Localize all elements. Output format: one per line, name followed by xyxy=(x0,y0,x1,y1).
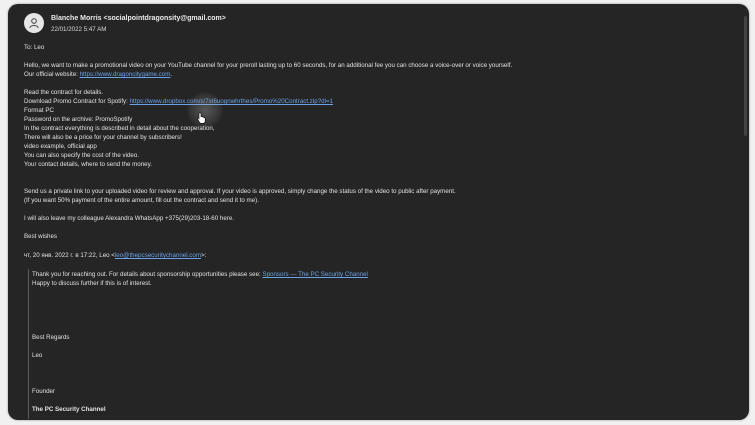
website-line: Our official website: https://www.dragon… xyxy=(24,71,172,78)
reply-email-link[interactable]: leo@thepcsecuritychannel.com xyxy=(115,252,201,259)
sponsors-link[interactable]: Sponsors — The PC Security Channel xyxy=(262,271,367,278)
body-text: Read the contract for details. xyxy=(24,89,104,96)
scrollbar-thumb[interactable] xyxy=(744,16,747,136)
body-text: In the contract everything is described … xyxy=(24,125,215,132)
sender-name[interactable]: Blanche Morris <socialpointdragonsity@gm… xyxy=(51,15,226,22)
reply-header: чт, 20 янв. 2022 г. в 17:22, Leo <leo@th… xyxy=(24,252,206,259)
body-text: I will also leave my colleague Alexandra… xyxy=(24,215,234,222)
quote-text: Thank you for reaching out. For details … xyxy=(32,271,263,278)
quote-company: The PC Security Channel xyxy=(32,406,106,413)
email-window: Blanche Morris <socialpointdragonsity@gm… xyxy=(8,4,749,420)
person-icon xyxy=(29,18,39,29)
quote-text: Founder xyxy=(32,388,56,395)
reply-header-text: чт, 20 янв. 2022 г. в 17:22, Leo < xyxy=(24,252,115,259)
body-text: Format PC xyxy=(24,107,54,114)
avatar[interactable] xyxy=(24,13,44,33)
quote-thanks-line: Thank you for reaching out. For details … xyxy=(32,271,368,278)
body-text: Send us a private link to your uploaded … xyxy=(24,188,456,195)
body-text: There will also be a price for your chan… xyxy=(24,134,182,141)
sent-date: 22/01/2022 5:47 AM xyxy=(51,26,107,33)
website-link[interactable]: https://www.dragoncitygame.com xyxy=(80,71,171,78)
body-text: Best wishes xyxy=(24,233,58,240)
body-text: Hello, we want to make a promotional vid… xyxy=(24,62,513,69)
hand-pointer-icon xyxy=(197,112,206,124)
body-text: Password on the archive: PromoSpotify xyxy=(24,116,133,123)
download-line: Download Promo Contract for Spotify: htt… xyxy=(24,98,333,105)
reply-header-text: >: xyxy=(201,252,207,259)
quote-text: Leo xyxy=(32,352,43,359)
body-text: Download Promo Contract for Spotify: xyxy=(24,98,130,105)
quote-text: Best Regards xyxy=(32,334,70,341)
body-text: Our official website: xyxy=(24,71,80,78)
body-text: (If you want 50% payment of the entire a… xyxy=(24,197,259,204)
body-text: video example, official app xyxy=(24,143,97,150)
body-text: Your contact details, where to send the … xyxy=(24,161,152,168)
quote-divider xyxy=(28,269,29,419)
to-line: To: Leo xyxy=(24,44,45,51)
body-text: . xyxy=(170,71,173,78)
quote-text: Happy to discuss further if this is of i… xyxy=(32,280,152,287)
body-text: You can also specify the cost of the vid… xyxy=(24,152,139,159)
download-link[interactable]: https://www.dropbox.com/s/7xt6uognwhrthe… xyxy=(130,98,333,105)
